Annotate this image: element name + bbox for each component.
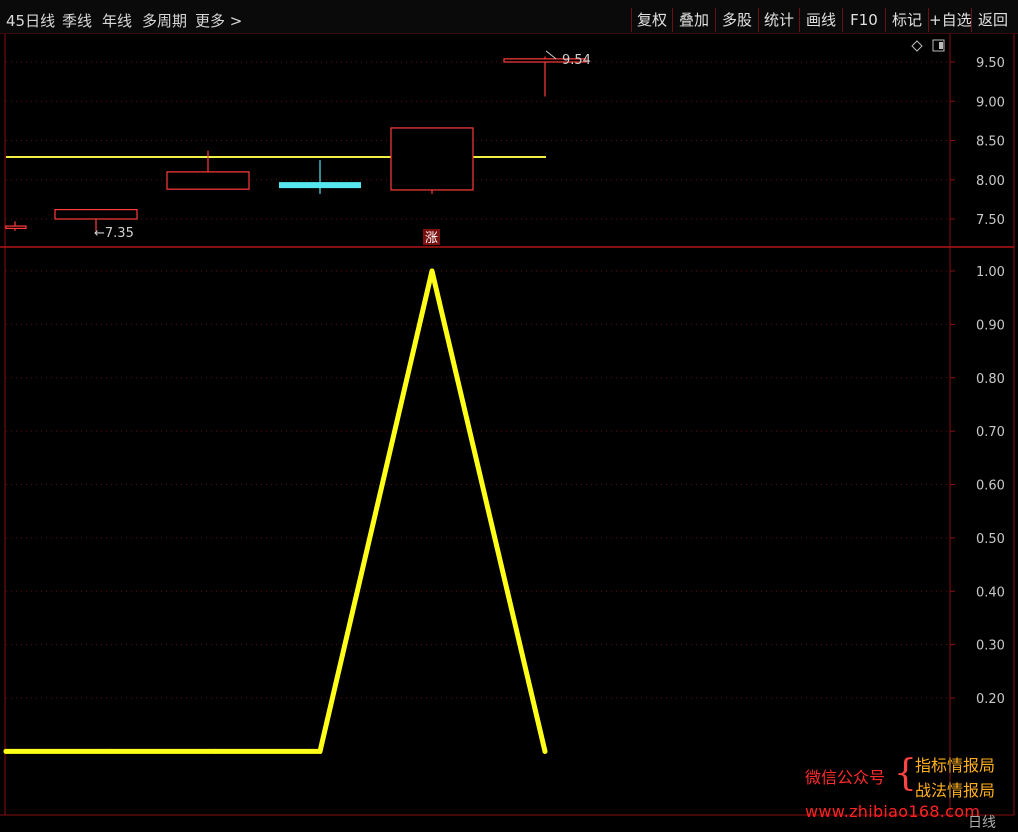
panel-icons xyxy=(911,39,945,52)
indicator-point xyxy=(107,748,113,754)
indicator-panel xyxy=(3,268,548,754)
price-axis: 9.50 9.00 8.50 8.00 7.50 1.00 0.90 0.80 0.70 0.60… xyxy=(950,56,1005,707)
indicator-tick-label: 0.60 xyxy=(976,479,1005,494)
price-tick-label: 8.50 xyxy=(976,135,1005,150)
panel-toggle-icon-fill xyxy=(939,42,943,49)
period-status-label: 日线 xyxy=(968,815,996,831)
candle-body xyxy=(279,182,361,189)
indicator-tick-label: 1.00 xyxy=(976,265,1005,280)
watermark-url: www.zhibiao168.com xyxy=(805,802,981,821)
indicator-tick-label: 0.30 xyxy=(976,639,1005,654)
indicator-point xyxy=(429,268,435,274)
price-tick-label: 7.50 xyxy=(976,213,1005,228)
indicator-point xyxy=(3,748,9,754)
chart-area[interactable]: ←7.35 9.54 涨 9.50 9.00 8.50 8.00 7.50 1.00 0.90 0… xyxy=(0,0,1018,828)
indicator-point xyxy=(212,748,218,754)
low-price-label: ←7.35 xyxy=(94,226,134,241)
watermark-account-2: 战法情报局 xyxy=(915,781,996,800)
price-tick-label: 9.50 xyxy=(976,56,1005,71)
rise-marker: 涨 xyxy=(425,231,438,246)
indicator-tick-label: 0.20 xyxy=(976,692,1005,707)
candle-body xyxy=(5,225,27,230)
price-tick-label: 9.00 xyxy=(976,95,1005,110)
candle-body xyxy=(166,171,250,190)
indicator-tick-label: 0.80 xyxy=(976,372,1005,387)
indicator-point xyxy=(542,748,548,754)
watermark-brace: { xyxy=(894,753,917,794)
watermark-account-1: 指标情报局 xyxy=(915,756,996,775)
indicator-point xyxy=(317,748,323,754)
high-price-pointer xyxy=(545,50,557,60)
candle-body xyxy=(390,127,474,191)
indicator-tick-label: 0.70 xyxy=(976,425,1005,440)
diamond-icon[interactable] xyxy=(911,40,923,52)
indicator-tick-label: 0.90 xyxy=(976,318,1005,333)
high-price-label: 9.54 xyxy=(562,53,591,68)
candle-body xyxy=(54,208,138,220)
indicator-tick-label: 0.40 xyxy=(976,585,1005,600)
indicator-tick-label: 0.50 xyxy=(976,532,1005,547)
price-panel: ←7.35 9.54 涨 xyxy=(5,50,591,246)
watermark-wechat-label: 微信公众号 xyxy=(805,768,886,787)
indicator-line xyxy=(3,268,548,754)
price-tick-label: 8.00 xyxy=(976,174,1005,189)
